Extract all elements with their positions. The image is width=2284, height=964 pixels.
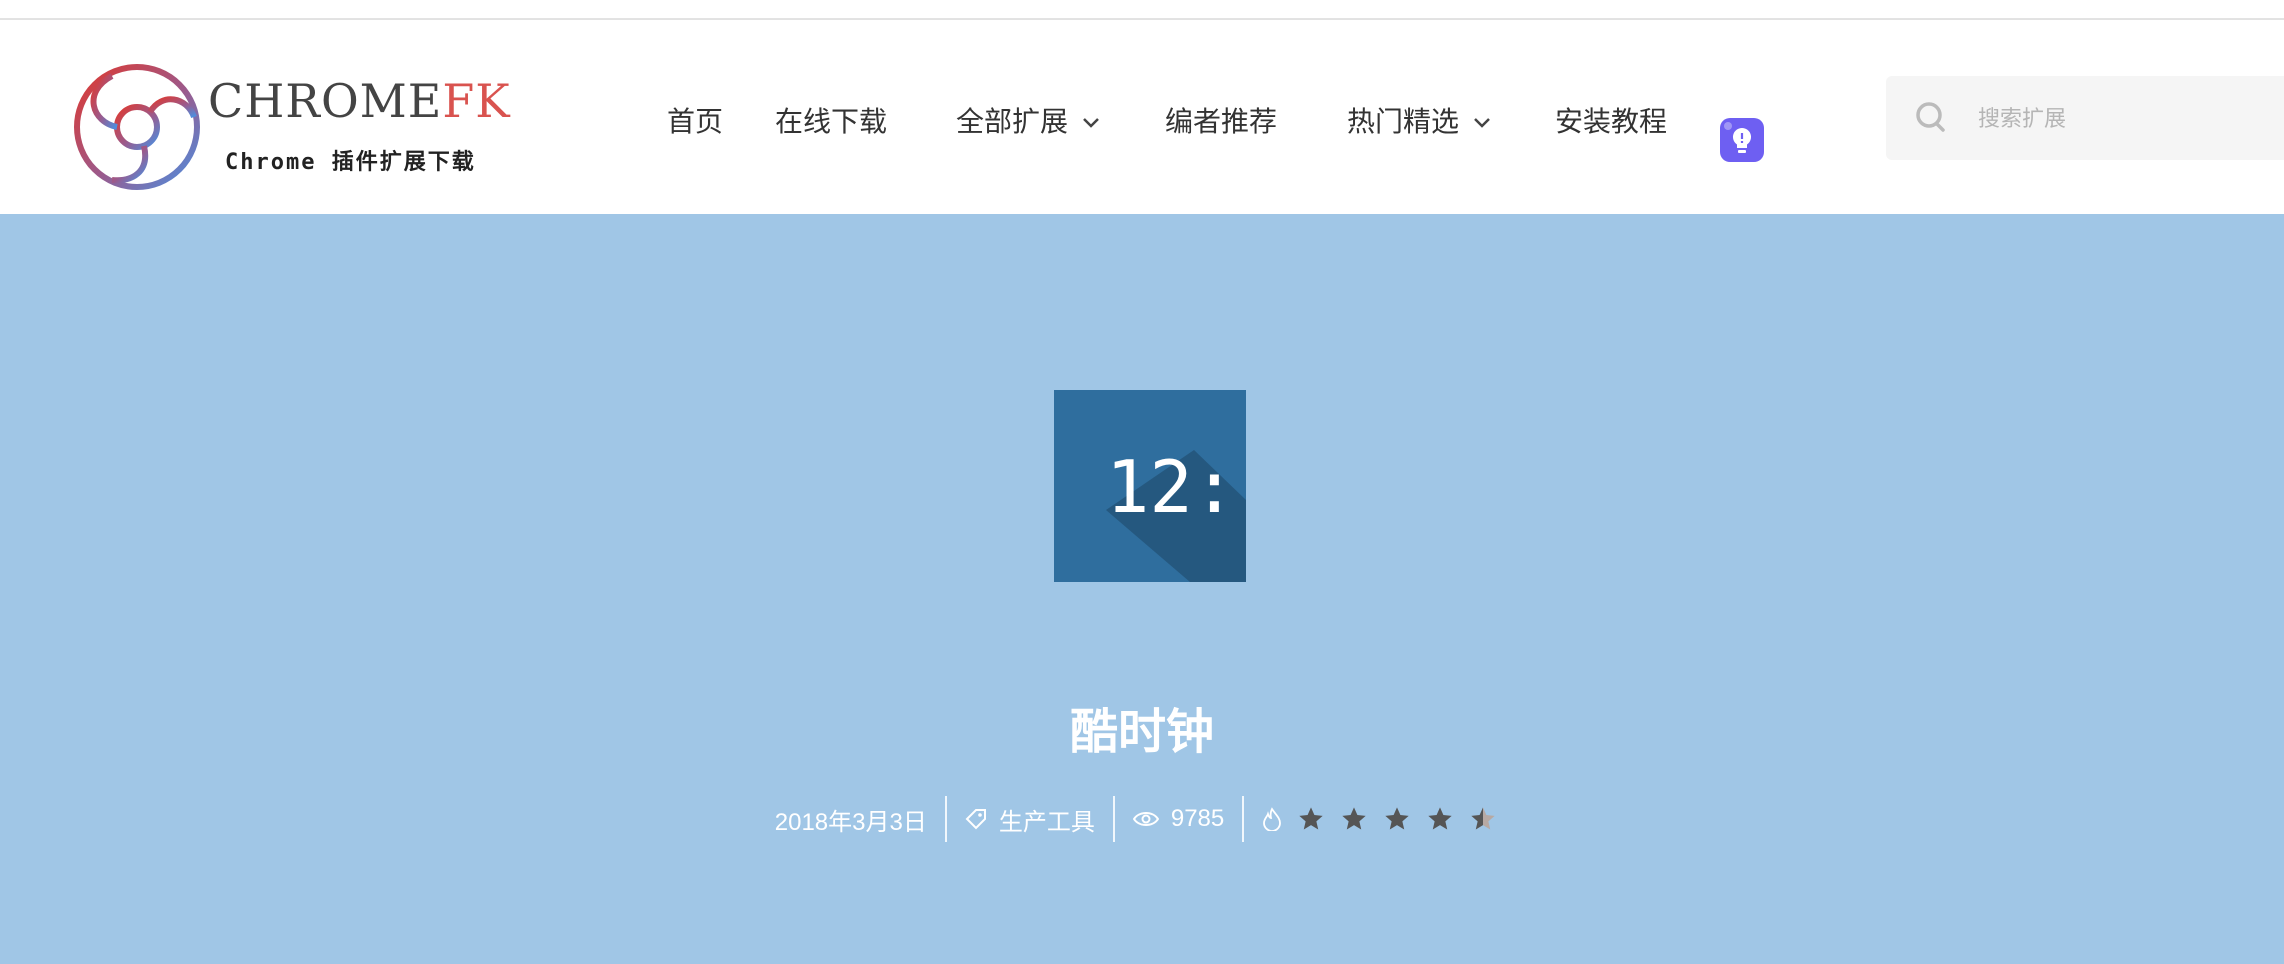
eye-icon (1132, 812, 1159, 826)
chevron-down-icon (1083, 118, 1099, 128)
extension-meta: 2018年3月3日 生产工具 9785 (0, 794, 2284, 844)
search-box (1886, 76, 2284, 160)
tag-icon (965, 809, 986, 830)
view-count: 9785 (1115, 796, 1242, 842)
star-icon (1428, 807, 1452, 830)
top-border (0, 0, 2284, 20)
half-star-icon (1471, 807, 1495, 830)
logo-subtitle: Chrome 插件扩展下载 (225, 150, 476, 175)
nav-item-hot-picks[interactable]: 热门精选 (1347, 100, 1491, 140)
star-icon (1385, 807, 1409, 830)
lightbulb-icon (1724, 122, 1752, 153)
nav-item-all-extensions[interactable]: 全部扩展 (956, 100, 1100, 140)
nav-item-install-guide[interactable]: 安装教程 (1555, 100, 1667, 140)
search-icon[interactable] (1914, 100, 1950, 136)
idea-button[interactable] (1720, 118, 1764, 162)
nav-item-online-download[interactable]: 在线下载 (775, 100, 887, 140)
app-icon-text: 12: (1106, 445, 1236, 529)
rating (1244, 796, 1527, 842)
chevron-down-icon (1474, 118, 1490, 128)
star-icon (1342, 807, 1366, 830)
category-link[interactable]: 生产工具 (947, 796, 1113, 842)
publish-date: 2018年3月3日 (774, 808, 927, 836)
extension-title: 酷时钟 (1069, 704, 1214, 760)
site-header: CHROMEFK Chrome 插件扩展下载 首页 在线下载 全部扩展 编者推荐… (0, 20, 2284, 214)
site-logo[interactable]: CHROMEFK Chrome 插件扩展下载 (72, 62, 510, 194)
cool-clock-app-icon: 12: (1054, 390, 1246, 582)
search-input[interactable] (1976, 98, 2280, 140)
nav-item-editor-picks[interactable]: 编者推荐 (1165, 100, 1277, 140)
nav-item-home[interactable]: 首页 (667, 100, 723, 140)
logo-mark-icon (74, 64, 200, 190)
star-icon (1299, 807, 1323, 830)
logo-wordmark: CHROMEFK (208, 74, 511, 128)
fire-icon (1263, 807, 1282, 831)
extension-hero: 12: 酷时钟 2018年3月3日 生产工具 9785 (0, 214, 2284, 964)
